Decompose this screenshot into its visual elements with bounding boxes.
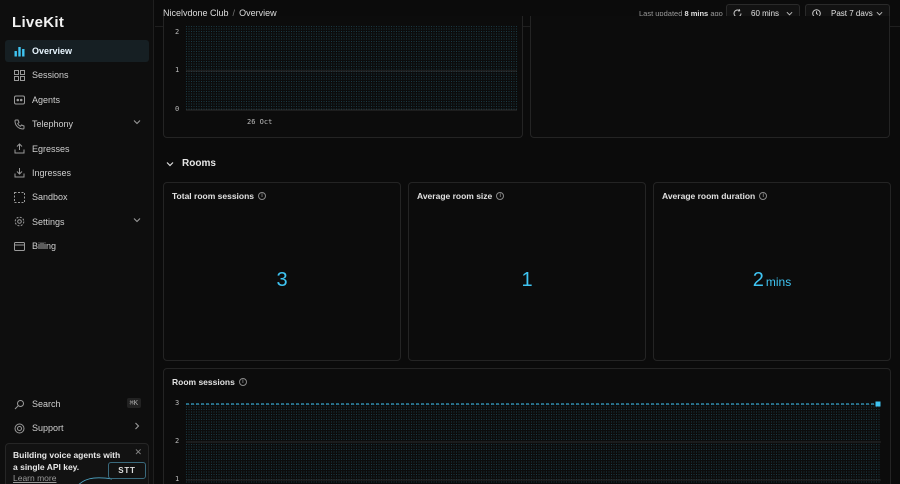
stat-card-total-room-sessions: Total room sessions i 3 bbox=[163, 182, 401, 361]
sidebar-item-sessions[interactable]: Sessions bbox=[5, 64, 149, 86]
y-tick-label: 1 bbox=[175, 475, 180, 483]
sidebar-item-label: Sessions bbox=[32, 70, 69, 81]
stat-card-title: Total room sessions i bbox=[172, 191, 267, 201]
stat-value-number: 2 bbox=[752, 269, 764, 291]
sidebar: LiveKit Overview Sessions Agents Telepho… bbox=[0, 0, 154, 484]
stat-title-text: Total room sessions bbox=[172, 191, 255, 201]
download-icon bbox=[13, 167, 25, 179]
stat-title-text: Average room duration bbox=[662, 191, 756, 201]
stat-value: 1 bbox=[409, 269, 645, 292]
rooms-section-title: Rooms bbox=[182, 158, 216, 169]
chevron-down-icon[interactable] bbox=[133, 118, 141, 128]
grid-icon bbox=[13, 69, 25, 81]
y-tick-label: 0 bbox=[175, 105, 180, 113]
search-icon bbox=[13, 398, 25, 410]
upload-icon bbox=[13, 143, 25, 155]
sidebar-item-search[interactable]: Search ⌘K bbox=[5, 393, 149, 415]
sidebar-item-ingresses[interactable]: Ingresses bbox=[5, 162, 149, 184]
stat-value: 3 bbox=[164, 269, 400, 292]
rooms-section-header[interactable]: Rooms bbox=[166, 158, 216, 169]
sidebar-item-label: Search bbox=[32, 399, 61, 409]
stat-card-average-room-duration: Average room duration i 2 mins bbox=[653, 182, 891, 361]
stat-value-unit: mins bbox=[765, 275, 792, 289]
close-icon[interactable]: ✕ bbox=[134, 447, 142, 458]
gear-icon bbox=[13, 216, 25, 228]
data-point[interactable] bbox=[875, 401, 881, 407]
sidebar-item-sandbox[interactable]: Sandbox bbox=[5, 186, 149, 208]
sidebar-item-label: Agents bbox=[32, 94, 61, 105]
x-tick-label: 26 Oct bbox=[247, 118, 273, 126]
bar-chart-icon bbox=[13, 45, 25, 57]
search-shortcut: ⌘K bbox=[126, 398, 141, 408]
chevron-right-icon[interactable] bbox=[133, 422, 141, 432]
y-tick-label: 2 bbox=[175, 437, 180, 445]
stat-value-number: 1 bbox=[521, 269, 533, 291]
sidebar-item-label: Overview bbox=[32, 46, 73, 56]
learn-more-link[interactable]: Learn more bbox=[13, 473, 56, 483]
stt-badge: STT bbox=[108, 462, 146, 479]
sidebar-item-label: Billing bbox=[32, 241, 57, 252]
stat-title-text: Average room size bbox=[417, 191, 493, 201]
y-tick-label: 3 bbox=[175, 399, 180, 407]
sidebar-nav: Overview Sessions Agents Telephony Egres… bbox=[5, 40, 149, 260]
dashed-square-icon bbox=[13, 191, 25, 203]
stat-value: 2 mins bbox=[654, 269, 890, 292]
top-chart-plot bbox=[186, 26, 517, 111]
sidebar-item-label: Sandbox bbox=[32, 192, 68, 203]
phone-icon bbox=[13, 118, 25, 130]
top-right-card bbox=[530, 16, 890, 138]
app-root: LiveKit Overview Sessions Agents Telepho… bbox=[0, 0, 900, 484]
plot-dot-grid bbox=[186, 26, 517, 110]
stat-value-number: 3 bbox=[276, 269, 288, 291]
sidebar-item-settings[interactable]: Settings bbox=[5, 211, 149, 233]
chart-title: Room sessions i bbox=[172, 377, 247, 387]
sidebar-item-overview[interactable]: Overview bbox=[5, 40, 149, 62]
info-icon[interactable]: i bbox=[258, 192, 267, 200]
sidebar-item-label: Ingresses bbox=[32, 167, 72, 178]
sidebar-item-support[interactable]: Support bbox=[5, 417, 149, 439]
sidebar-item-telephony[interactable]: Telephony bbox=[5, 113, 149, 135]
stat-card-title: Average room size i bbox=[417, 191, 505, 201]
promo-card: Building voice agents with a single API … bbox=[5, 443, 149, 484]
sidebar-item-billing[interactable]: Billing bbox=[5, 235, 149, 257]
sidebar-item-label: Support bbox=[32, 423, 64, 434]
stat-card-title: Average room duration i bbox=[662, 191, 768, 201]
room-sessions-plot bbox=[186, 401, 881, 484]
chevron-down-icon bbox=[166, 160, 174, 168]
sidebar-item-label: Telephony bbox=[32, 119, 74, 130]
info-icon[interactable]: i bbox=[238, 378, 247, 386]
card-icon bbox=[13, 240, 25, 252]
sidebar-item-label: Settings bbox=[32, 216, 65, 227]
stat-card-average-room-size: Average room size i 1 bbox=[408, 182, 646, 361]
y-tick-label: 1 bbox=[175, 66, 180, 74]
bot-icon bbox=[13, 94, 25, 106]
livekit-logo[interactable]: LiveKit bbox=[12, 14, 64, 31]
lifebuoy-icon bbox=[13, 422, 25, 434]
info-icon[interactable]: i bbox=[496, 192, 505, 200]
y-tick-label: 2 bbox=[175, 28, 180, 36]
plot-dot-grid bbox=[186, 404, 881, 484]
chart-title-text: Room sessions bbox=[172, 377, 235, 387]
room-sessions-chart-card: Room sessions i 3 2 1 bbox=[163, 368, 891, 484]
chevron-down-icon[interactable] bbox=[133, 216, 141, 226]
sidebar-bottom-nav: Search ⌘K Support bbox=[5, 393, 149, 442]
info-icon[interactable]: i bbox=[759, 192, 768, 200]
sidebar-item-egresses[interactable]: Egresses bbox=[5, 138, 149, 160]
sidebar-item-agents[interactable]: Agents bbox=[5, 89, 149, 111]
top-chart-card: 2 1 0 26 Oct bbox=[163, 16, 523, 138]
sidebar-item-label: Egresses bbox=[32, 143, 70, 154]
